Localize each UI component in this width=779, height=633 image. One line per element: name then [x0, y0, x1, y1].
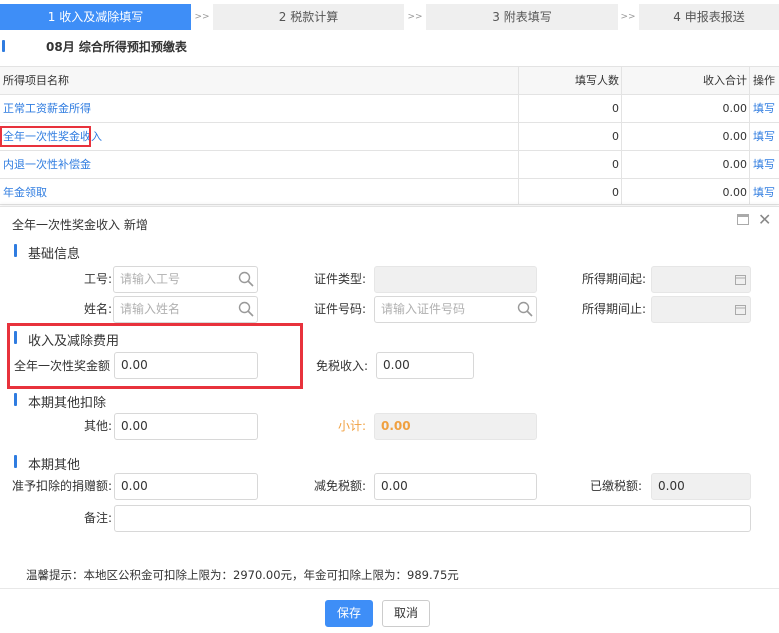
row-total: 0.00	[621, 179, 749, 204]
col-total-header: 收入合计	[621, 67, 749, 94]
section-marker	[14, 393, 17, 406]
subtotal-label: 小计:	[337, 419, 366, 433]
step-separator: >>	[194, 12, 210, 22]
col-action-header: 操作	[749, 67, 779, 94]
maximize-icon[interactable]	[737, 214, 749, 225]
table-row: 内退一次性补偿金 0 0.00 填写	[0, 151, 779, 179]
remark-label: 备注:	[83, 511, 112, 525]
name-label: 姓名:	[83, 302, 112, 316]
reduce-label: 减免税额:	[313, 479, 366, 493]
tip-text: 温馨提示：本地区公积金可扣除上限为：2970.00元，年金可扣除上限为：989.…	[26, 568, 459, 582]
section-marker	[14, 244, 17, 257]
row-count: 0	[518, 123, 621, 150]
fill-link[interactable]: 填写	[749, 151, 779, 178]
step-separator: >>	[407, 12, 423, 22]
search-icon[interactable]	[238, 271, 254, 287]
id-type-select[interactable]	[374, 266, 537, 293]
subtotal-value: 0.00	[374, 413, 537, 440]
fill-link[interactable]: 填写	[749, 123, 779, 150]
employee-id-input[interactable]: 请输入工号	[113, 266, 258, 293]
name-input[interactable]: 请输入姓名	[113, 296, 258, 323]
row-count: 0	[518, 151, 621, 178]
table-row: 正常工资薪金所得 0 0.00 填写	[0, 95, 779, 123]
section-marker	[14, 455, 17, 468]
id-type-label: 证件类型:	[313, 272, 366, 286]
save-button[interactable]: 保存	[325, 600, 373, 627]
bonus-label: 全年一次性奖金额	[13, 359, 110, 373]
donation-input[interactable]: 0.00	[114, 473, 258, 500]
row-total: 0.00	[621, 95, 749, 122]
calendar-icon[interactable]	[735, 304, 746, 315]
row-total: 0.00	[621, 151, 749, 178]
id-number-placeholder: 请输入证件号码	[381, 302, 466, 316]
row-item-link[interactable]: 内退一次性补偿金	[3, 151, 515, 178]
section-income: 收入及减除费用	[28, 334, 120, 349]
income-table: 所得项目名称 填写人数 收入合计 操作 正常工资薪金所得 0 0.00 填写 全…	[0, 66, 779, 205]
calendar-icon[interactable]	[735, 274, 746, 285]
taxfree-input[interactable]: 0.00	[376, 352, 474, 379]
col-name-header: 所得项目名称	[3, 74, 69, 87]
close-icon[interactable]: ✕	[758, 210, 771, 230]
table-row: 全年一次性奖金收入 0 0.00 填写	[0, 123, 779, 151]
footer-divider	[0, 588, 779, 589]
period-start-label: 所得期间起:	[581, 272, 646, 286]
section-other-deduct: 本期其他扣除	[28, 396, 107, 411]
section-other: 本期其他	[28, 458, 81, 473]
section-basic: 基础信息	[28, 247, 81, 262]
search-icon[interactable]	[517, 301, 533, 317]
title-marker	[2, 40, 5, 52]
period-start-input[interactable]	[651, 266, 751, 293]
row-total: 0.00	[621, 123, 749, 150]
id-number-input[interactable]: 请输入证件号码	[374, 296, 537, 323]
step-2[interactable]: 2 税款计算	[213, 4, 404, 30]
highlight-box	[0, 126, 91, 147]
id-number-label: 证件号码:	[313, 302, 366, 316]
step-1[interactable]: 1 收入及减除填写	[0, 4, 191, 30]
step-separator: >>	[620, 12, 636, 22]
row-item-link[interactable]: 正常工资薪金所得	[3, 95, 515, 122]
remark-input[interactable]	[114, 505, 751, 532]
row-item-link[interactable]: 年金领取	[3, 179, 515, 204]
employee-id-placeholder: 请输入工号	[120, 272, 181, 286]
search-icon[interactable]	[238, 301, 254, 317]
step-3[interactable]: 3 附表填写	[426, 4, 618, 30]
section-marker	[14, 331, 17, 344]
page-title: 08月 综合所得预扣预缴表	[46, 40, 187, 54]
reduce-input[interactable]: 0.00	[374, 473, 537, 500]
donation-label: 准予扣除的捐赠额:	[11, 479, 112, 493]
period-end-input[interactable]	[651, 296, 751, 323]
step-4[interactable]: 4 申报表报送	[639, 4, 779, 30]
paid-label: 已缴税额:	[589, 479, 642, 493]
table-row: 年金领取 0 0.00 填写	[0, 179, 779, 205]
row-count: 0	[518, 179, 621, 204]
taxfree-label: 免税收入:	[315, 359, 368, 373]
period-end-label: 所得期间止:	[581, 302, 646, 316]
fill-link[interactable]: 填写	[749, 95, 779, 122]
row-count: 0	[518, 95, 621, 122]
paid-value: 0.00	[651, 473, 751, 500]
employee-id-label: 工号:	[83, 272, 112, 286]
fill-link[interactable]: 填写	[749, 179, 779, 204]
name-placeholder: 请输入姓名	[120, 302, 181, 316]
other-input[interactable]: 0.00	[114, 413, 258, 440]
other-label: 其他:	[83, 419, 112, 433]
bonus-input[interactable]: 0.00	[114, 352, 258, 379]
cancel-button[interactable]: 取消	[382, 600, 430, 627]
dialog-title: 全年一次性奖金收入 新增	[12, 218, 148, 232]
col-count-header: 填写人数	[518, 67, 621, 94]
table-header: 所得项目名称 填写人数 收入合计 操作	[0, 67, 779, 95]
